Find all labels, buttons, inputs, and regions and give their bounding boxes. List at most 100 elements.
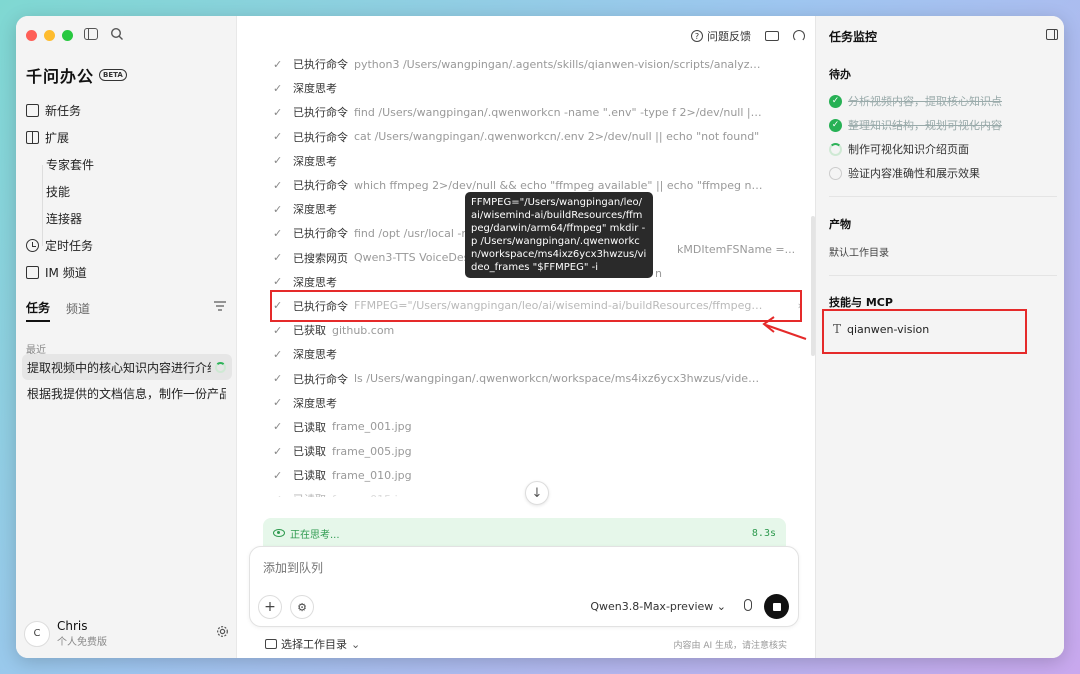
checkmark-circle-icon: ✓ [829, 94, 842, 108]
log-label: 已执行命令 [293, 58, 348, 72]
log-detail: frame_005.jpg [332, 444, 412, 458]
panel-toggle-icon[interactable] [1046, 29, 1058, 40]
log-label: 已执行命令 [293, 106, 348, 120]
nav-new-task[interactable]: 新任务 [26, 97, 226, 124]
feedback-button[interactable]: ? 问题反馈 [691, 28, 751, 44]
divider [829, 196, 1057, 197]
composer: + ⚙ Qwen3.8-Max-preview ⌄ [249, 546, 799, 627]
artifact-item[interactable]: 默认工作目录 [829, 244, 889, 259]
nav-label: 新任务 [45, 104, 82, 118]
log-label: 深度思考 [293, 82, 337, 96]
sidebar-tabs: 任务 频道 [26, 299, 226, 322]
row-tail-text: n [655, 267, 662, 280]
ai-disclaimer: 内容由 AI 生成，请注意核实 [673, 640, 787, 651]
log-row[interactable]: ✓ 已执行命令 ls /Users/wangpingan/.qwenworkcn/w… [273, 366, 808, 390]
microphone-icon[interactable] [744, 599, 752, 611]
select-workspace-button[interactable]: 选择工作目录 [281, 636, 347, 652]
thinking-label: 正在思考... [290, 529, 340, 541]
gauge-icon[interactable] [793, 30, 805, 42]
tab-channels[interactable]: 频道 [66, 300, 90, 321]
check-icon: ✓ [273, 420, 283, 434]
log-row[interactable]: ✓ 已执行命令 cat /Users/wangpingan/.qwenworkcn/… [273, 125, 808, 149]
clock-icon [26, 239, 39, 252]
sidebar-toggle-icon[interactable] [84, 28, 98, 40]
todo-item: ✓ 分析视频内容，提取核心知识点 [829, 89, 1054, 113]
todo-text: 制作可视化知识介绍页面 [848, 143, 969, 156]
filter-icon[interactable] [214, 301, 226, 311]
nav-scheduled-tasks[interactable]: 定时任务 [26, 232, 226, 259]
log-detail: frame_015.jpg [332, 493, 412, 497]
tools-button[interactable]: ⚙ [290, 595, 314, 619]
scroll-down-button[interactable]: ↓ [525, 481, 549, 505]
todo-text: 整理知识结构，规划可视化内容 [848, 119, 1002, 132]
log-row[interactable]: ✓ 已读取 frame_001.jpg [273, 415, 808, 439]
highlight-box-command [270, 290, 802, 322]
close-window-button[interactable] [26, 30, 37, 41]
search-icon[interactable] [110, 27, 124, 41]
log-row[interactable]: ✓ 已执行命令 python3 /Users/wangpingan/.agents/… [273, 52, 808, 76]
log-row[interactable]: ✓ 已读取 frame_005.jpg [273, 439, 808, 463]
nav-label: 连接器 [46, 212, 83, 226]
log-row[interactable]: ✓ 已执行命令 find /Users/wangpingan/.qwenworkcn… [273, 100, 808, 124]
model-name: Qwen3.8-Max-preview [590, 600, 714, 613]
stop-button[interactable] [764, 594, 789, 619]
log-row[interactable]: ✓ 深度思考 [273, 149, 808, 173]
maximize-window-button[interactable] [62, 30, 73, 41]
nav-label: 专家套件 [46, 158, 95, 172]
add-attachment-button[interactable]: + [258, 595, 282, 619]
top-toolbar: ? 问题反馈 [691, 28, 805, 44]
row-tail-text: kMDItemFSName =... [677, 243, 796, 256]
task-item[interactable]: 根据我提供的文档信息，制作一份产品 [22, 380, 232, 406]
log-detail: python3 /Users/wangpingan/.agents/skills… [354, 57, 764, 71]
log-detail: cat /Users/wangpingan/.qwenworkcn/.env 2… [354, 130, 760, 144]
tab-tasks[interactable]: 任务 [26, 299, 51, 322]
thinking-time: 8.3s [751, 527, 776, 539]
task-item-active[interactable]: 提取视频中的核心知识内容进行介绍 [22, 354, 232, 380]
log-label: 已搜索网页 [293, 251, 348, 265]
main-content: ? 问题反馈 ✓ 已执行命令 python3 /Users/wangpingan/.… [237, 16, 815, 658]
log-row[interactable]: ✓ 深度思考 [273, 76, 808, 100]
nav-expert-suite[interactable]: 专家套件 [26, 151, 226, 178]
user-plan: 个人免费版 [57, 637, 107, 648]
panel-title: 任务监控 [829, 30, 878, 44]
feedback-label: 问题反馈 [707, 30, 751, 43]
log-detail: find /opt /usr/local -na [354, 226, 476, 240]
check-icon: ✓ [273, 493, 287, 497]
composer-footer: 选择工作目录 ⌄ 内容由 AI 生成，请注意核实 [265, 636, 787, 652]
nav-connectors[interactable]: 连接器 [26, 205, 226, 232]
checkmark-circle-icon: ✓ [829, 118, 842, 132]
user-profile[interactable]: C Chris 个人免费版 [24, 619, 229, 648]
todo-heading: 待办 [829, 68, 851, 81]
task-title: 提取视频中的核心知识内容进行介绍 [27, 360, 211, 375]
grid-icon [26, 131, 39, 144]
log-detail: find /Users/wangpingan/.qwenworkcn -name… [354, 105, 764, 119]
queue-input[interactable] [263, 561, 763, 575]
nav-im-channel[interactable]: IM 频道 [26, 259, 226, 286]
log-row[interactable]: ✓ 深度思考 [273, 342, 808, 366]
check-icon: ✓ [273, 444, 283, 458]
todo-item: 制作可视化知识介绍页面 [829, 137, 1054, 161]
model-selector[interactable]: Qwen3.8-Max-preview ⌄ [590, 600, 726, 613]
todo-text: 验证内容准确性和展示效果 [848, 167, 980, 180]
keyboard-icon[interactable] [765, 31, 779, 41]
log-row[interactable]: ✓ 深度思考 [273, 391, 808, 415]
log-label: 已执行命令 [293, 372, 348, 386]
nav-extensions[interactable]: 扩展 [26, 124, 226, 151]
sidebar: 千问办公 BETA 新任务 扩展 专家套件 技能 连接器 定时任务 IM 频道 … [16, 16, 237, 658]
nav-skills[interactable]: 技能 [26, 178, 226, 205]
todo-list: ✓ 分析视频内容，提取核心知识点 ✓ 整理知识结构，规划可视化内容 制作可视化知识介绍页… [829, 89, 1054, 185]
log-detail: github.com [332, 323, 395, 337]
check-icon: ✓ [273, 347, 283, 361]
todo-item: ✓ 整理知识结构，规划可视化内容 [829, 113, 1054, 137]
check-icon: ✓ [273, 57, 283, 71]
loading-spinner-icon [215, 361, 226, 373]
log-label: 深度思考 [293, 154, 337, 168]
minimize-window-button[interactable] [44, 30, 55, 41]
artifacts-heading: 产物 [829, 218, 851, 231]
nav-label: 定时任务 [45, 239, 94, 253]
submenu-line [42, 165, 43, 246]
question-icon: ? [691, 30, 703, 42]
gear-icon[interactable] [216, 625, 229, 638]
log-label: 已读取 [293, 491, 326, 497]
log-detail: frame_010.jpg [332, 468, 412, 482]
